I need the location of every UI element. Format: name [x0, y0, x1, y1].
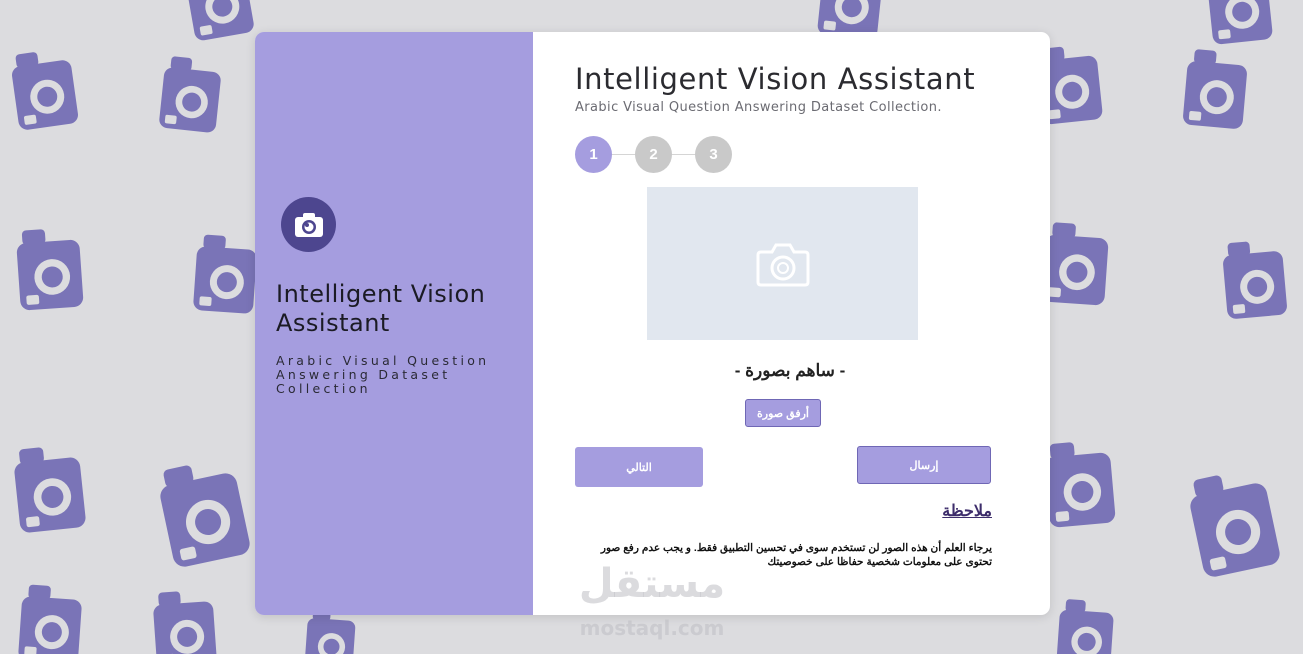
contribute-label: - ساهم بصورة -: [734, 361, 846, 380]
note-title: ملاحظة: [942, 503, 992, 520]
send-button[interactable]: إرسال: [857, 446, 991, 484]
step-1[interactable]: 1: [575, 136, 612, 173]
step-connector: [611, 154, 637, 155]
step-3[interactable]: 3: [695, 136, 732, 173]
watermark-url: mostaql.com: [579, 616, 725, 640]
image-preview[interactable]: [647, 187, 918, 340]
step-2[interactable]: 2: [635, 136, 672, 173]
sidebar-title: Intelligent Vision Assistant: [276, 280, 486, 337]
stepper: 1 2 3: [575, 136, 735, 174]
step-connector: [671, 154, 697, 155]
sidebar-subtitle: Arabic Visual Question Answering Dataset…: [276, 353, 490, 396]
next-button[interactable]: التالي: [575, 447, 703, 487]
page-subtitle: Arabic Visual Question Answering Dataset…: [575, 100, 942, 115]
attach-image-button[interactable]: أرفق صورة: [745, 399, 821, 427]
camera-icon: [756, 243, 809, 286]
camera-icon: [294, 212, 323, 237]
watermark-logo: مستقل: [578, 561, 726, 607]
page-title: Intelligent Vision Assistant: [575, 62, 976, 96]
sidebar-panel: Intelligent Vision Assistant Arabic Visu…: [255, 32, 533, 615]
sidebar-logo: [281, 197, 336, 252]
upload-card: Intelligent Vision Assistant Arabic Visu…: [255, 32, 1050, 615]
